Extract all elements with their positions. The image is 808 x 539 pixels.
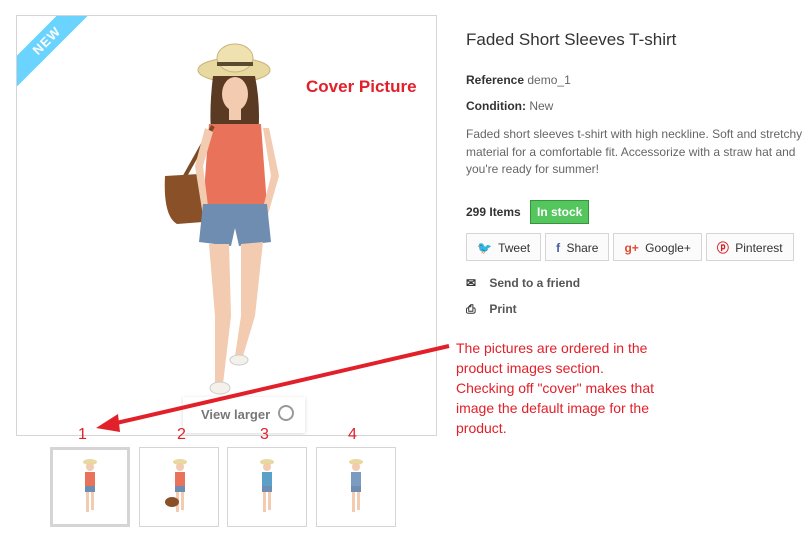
thumbnail-2-image xyxy=(165,459,187,512)
annotation-note: The pictures are ordered in the product … xyxy=(456,340,654,436)
thumbnail-3[interactable] xyxy=(227,447,307,527)
print-link[interactable]: ⎙ Print xyxy=(466,302,517,317)
tweet-button[interactable]: 🐦 Tweet xyxy=(466,233,542,261)
thumbnail-1[interactable] xyxy=(50,447,130,527)
thumbnail-4-image xyxy=(349,459,363,512)
thumbnail-4[interactable] xyxy=(316,447,396,527)
product-title: Faded Short Sleeves T-shirt xyxy=(466,30,677,49)
googleplus-button[interactable]: g+ Google+ xyxy=(613,233,702,261)
share-label: Share xyxy=(566,241,599,255)
send-to-friend-label: Send to a friend xyxy=(489,276,581,290)
tweet-label: Tweet xyxy=(498,241,531,255)
view-larger-button[interactable]: View larger xyxy=(183,397,305,433)
share-button[interactable]: f Share xyxy=(545,233,610,261)
product-condition: Condition: New xyxy=(466,99,553,113)
thumbnail-3-image xyxy=(260,459,274,512)
condition-label: Condition: xyxy=(466,99,526,113)
print-label: Print xyxy=(489,302,517,316)
thumb-number-1: 1 xyxy=(78,426,87,443)
send-to-friend-link[interactable]: ✉ Send to a friend xyxy=(466,276,580,290)
social-share-bar: 🐦 Tweet f Share g+ Google+ ⓟ Pinterest xyxy=(466,233,794,261)
thumb-number-3: 3 xyxy=(260,426,269,443)
quantity-available: 299 Items xyxy=(466,205,521,219)
thumb-number-4: 4 xyxy=(348,426,357,443)
product-reference: Reference demo_1 xyxy=(466,73,571,87)
zoom-in-icon xyxy=(277,405,294,421)
printer-icon: ⎙ xyxy=(466,302,476,316)
stock-badge: In stock xyxy=(530,200,590,224)
reference-label: Reference xyxy=(466,73,525,87)
pinterest-label: Pinterest xyxy=(735,241,783,255)
reference-value: demo_1 xyxy=(527,73,571,87)
view-larger-label: View larger xyxy=(201,407,271,422)
pinterest-icon: ⓟ xyxy=(716,241,729,255)
facebook-icon: f xyxy=(556,241,561,255)
pinterest-button[interactable]: ⓟ Pinterest xyxy=(705,233,794,261)
google-plus-icon: g+ xyxy=(624,241,639,255)
condition-value: New xyxy=(529,99,554,113)
thumbnail-2[interactable] xyxy=(139,447,219,527)
cover-picture-annotation: Cover Picture xyxy=(306,77,417,96)
thumbnail-1-image xyxy=(83,459,97,512)
envelope-icon: ✉ xyxy=(466,276,477,290)
thumb-number-2: 2 xyxy=(177,426,186,443)
twitter-icon: 🐦 xyxy=(477,241,492,255)
product-description: Faded short sleeves t-shirt with high ne… xyxy=(466,127,803,176)
googleplus-label: Google+ xyxy=(645,241,691,255)
